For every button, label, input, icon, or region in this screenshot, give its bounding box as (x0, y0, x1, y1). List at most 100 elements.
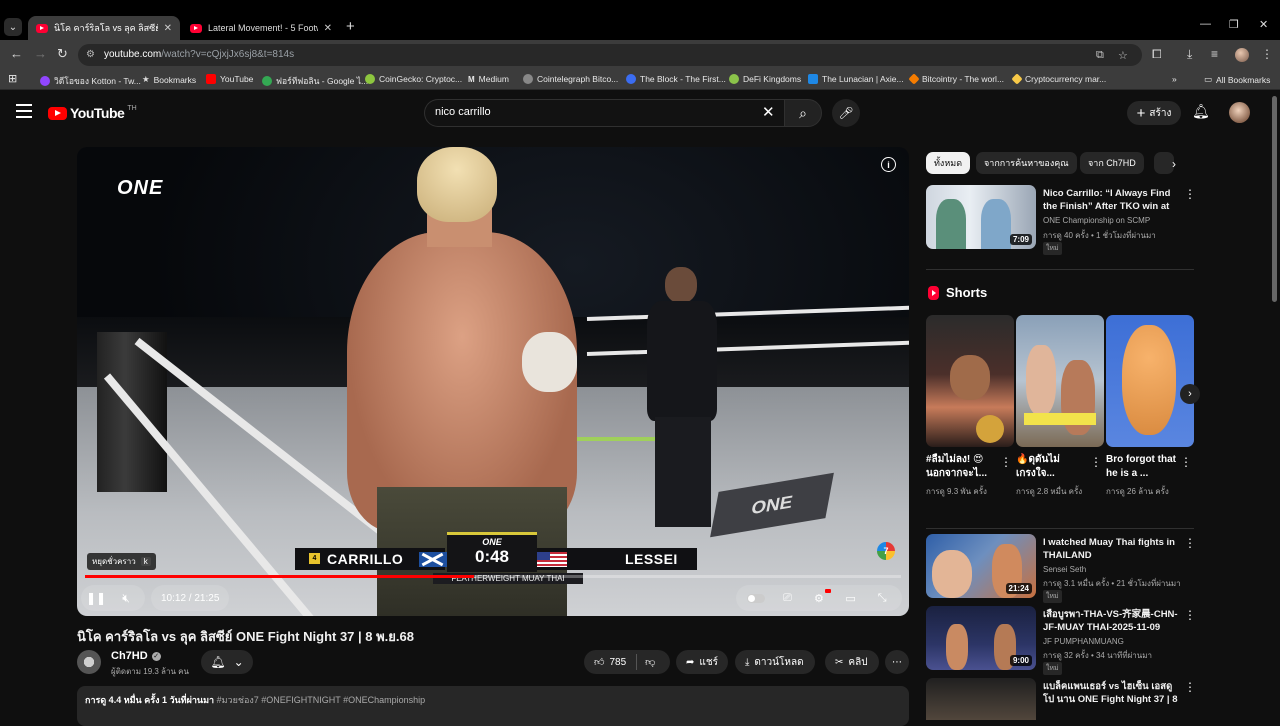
menu-icon[interactable] (16, 104, 32, 118)
short-item[interactable]: Bro forgot that he is a ... ⋮ การดู 26 ล… (1106, 315, 1194, 496)
download-button[interactable]: ⤓ ดาวน์โหลด (735, 650, 815, 674)
scrollbar-thumb[interactable] (1272, 96, 1277, 302)
install-app-icon[interactable]: ⧉ (1096, 49, 1104, 62)
pause-icon[interactable]: ❚❚ (81, 585, 111, 611)
downloads-icon[interactable]: ⤓ (1187, 47, 1192, 62)
info-icon[interactable]: i (881, 157, 896, 172)
recommended-video[interactable]: แบล็คแพนเธอร์ vs ไฮเซ็น เอสดูโป นาน ONE … (926, 678, 1194, 720)
video-thumbnail[interactable]: 9:00 (926, 606, 1036, 670)
chevron-right-icon[interactable]: › (1172, 157, 1176, 171)
shorts-next-button[interactable]: › (1180, 384, 1200, 404)
recommended-video[interactable]: 21:24 I watched Muay Thai fights in THAI… (926, 534, 1196, 603)
more-vertical-icon[interactable]: ⋮ (1180, 455, 1192, 469)
url-bar[interactable]: ⚙ youtube.com/watch?v=cQjxjJx6sj8&t=814s… (78, 44, 1142, 66)
video-thumbnail[interactable]: 7:09 (926, 185, 1036, 249)
video-title[interactable]: I watched Muay Thai fights in THAILAND (1043, 536, 1179, 562)
more-vertical-icon[interactable]: ⋮ (1184, 187, 1196, 201)
minimize-icon[interactable]: — (1200, 18, 1211, 30)
notifications-bell-icon[interactable]: 🔔︎ (1192, 103, 1210, 120)
apps-grid-icon[interactable]: ⊞ (8, 72, 17, 85)
page-scrollbar[interactable] (1272, 96, 1277, 706)
more-vertical-icon[interactable]: ⋮ (1184, 536, 1196, 550)
search-field[interactable] (424, 99, 784, 127)
restore-icon[interactable]: ❐ (1229, 18, 1239, 31)
video-player[interactable]: ONE ONE i 4 CARRILLO ONE 0:48 LESSEI FEA… (77, 147, 909, 616)
bookmark-item[interactable]: The Lunacian | Axie... (808, 74, 904, 84)
account-avatar[interactable] (1229, 102, 1250, 123)
browser-menu-icon[interactable]: ⋮ (1261, 47, 1273, 61)
video-channel[interactable]: Sensei Seth (1043, 565, 1086, 574)
description-box[interactable]: การดู 4.4 หมื่น ครั้ง 1 วันที่ผ่านมา #มว… (77, 686, 909, 726)
short-title[interactable]: 🔥ดุดันไม่เกรงใจ... (1016, 453, 1086, 481)
subscription-bell-button[interactable]: 🔔︎ ⌄ (201, 650, 253, 674)
mute-icon[interactable]: 🔇︎ (111, 585, 141, 611)
search-button[interactable]: ⌕ (784, 99, 822, 127)
dislike-button[interactable]: 👎︎ (637, 650, 663, 674)
fullscreen-icon[interactable]: ⤡ (868, 585, 896, 611)
video-title[interactable]: แบล็คแพนเธอร์ vs ไฮเซ็น เอสดูโป นาน ONE … (1043, 680, 1179, 706)
search-input[interactable] (435, 106, 755, 118)
bookmark-star-icon[interactable]: ☆ (1118, 49, 1128, 62)
clip-button[interactable]: ✂ คลิป (825, 650, 879, 674)
video-channel[interactable]: JF PUMPHANMUANG (1043, 637, 1124, 646)
site-info-icon[interactable]: ⚙ (86, 49, 95, 60)
miniplayer-icon[interactable]: ▭ (837, 585, 865, 611)
recommended-video[interactable]: 7:09 Nico Carrillo: “I Always Find the F… (926, 185, 1196, 255)
close-tab-icon[interactable]: ✕ (164, 23, 172, 34)
close-tab-icon[interactable]: ✕ (324, 23, 332, 34)
bookmark-item[interactable]: CoinGecko: Cryptoc... (365, 74, 462, 84)
new-tab-icon[interactable]: + (346, 18, 355, 35)
bookmark-item[interactable]: M Medium (468, 74, 509, 84)
short-thumbnail[interactable] (926, 315, 1014, 447)
video-title[interactable]: เสือบูรพา-THA-VS-齐家晨-CHN-JF-MUAY THAI-20… (1043, 608, 1179, 634)
more-vertical-icon[interactable]: ⋮ (1184, 680, 1194, 694)
bookmark-item[interactable]: Cryptocurrency mar... (1011, 73, 1106, 85)
all-bookmarks-button[interactable]: ▭ All Bookmarks (1204, 74, 1270, 85)
short-title[interactable]: Bro forgot that he is a ... (1106, 453, 1176, 481)
more-vertical-icon[interactable]: ⋮ (1000, 455, 1012, 469)
autoplay-toggle[interactable] (742, 585, 770, 611)
short-item[interactable]: 🔥ดุดันไม่เกรงใจ... ⋮ การดู 2.8 หมื่น ครั… (1016, 315, 1104, 496)
seek-bar[interactable] (85, 575, 901, 578)
video-channel[interactable]: ONE Championship on SCMP (1043, 216, 1150, 225)
short-title[interactable]: #ลืมไม่ลง! 😍 นอกจากจะไ... (926, 453, 996, 481)
clear-search-icon[interactable]: ✕ (762, 103, 775, 121)
bookmark-item[interactable]: The Block - The First... (626, 74, 726, 84)
subtitles-icon[interactable]: ⎚ (773, 585, 801, 611)
create-button[interactable]: + สร้าง (1127, 101, 1181, 125)
profile-avatar[interactable] (1235, 48, 1249, 62)
youtube-logo[interactable]: YouTube TH (48, 105, 137, 121)
video-thumbnail[interactable] (926, 678, 1036, 720)
chip-from-search[interactable]: จากการค้นหาของคุณ (976, 152, 1077, 174)
bookmark-item[interactable]: ★ Bookmarks (142, 74, 196, 85)
video-title[interactable]: Nico Carrillo: “I Always Find the Finish… (1043, 187, 1179, 213)
settings-gear-icon[interactable]: ⚙ (805, 585, 833, 611)
bookmark-item[interactable]: YouTube (206, 74, 253, 84)
more-bookmarks-icon[interactable]: » (1172, 74, 1177, 84)
bookmark-item[interactable]: DeFi Kingdoms (729, 74, 801, 84)
reload-icon[interactable]: ↻ (57, 46, 68, 62)
voice-search-button[interactable]: 🎤︎ (832, 99, 860, 127)
short-thumbnail[interactable] (1106, 315, 1194, 447)
browser-tab[interactable]: Lateral Movement! - 5 Footwork ✕ (182, 16, 340, 40)
tab-search-icon[interactable]: ⌄ (4, 18, 22, 36)
recommended-video[interactable]: 9:00 เสือบูรพา-THA-VS-齐家晨-CHN-JF-MUAY TH… (926, 606, 1196, 675)
bookmark-item[interactable]: Bitcointry - The worl... (908, 73, 1004, 85)
like-button[interactable]: 👍︎ 785 (584, 650, 636, 674)
bookmark-item[interactable]: Cointelegraph Bitco... (523, 74, 618, 84)
more-vertical-icon[interactable]: ⋮ (1090, 455, 1102, 469)
browser-tab-active[interactable]: นิโค คาร์ริลโล vs ลุค ลิสซีย์ ONE Fight … (28, 16, 180, 40)
extensions-icon[interactable]: ⧠ (1152, 47, 1162, 62)
video-thumbnail[interactable]: 21:24 (926, 534, 1036, 598)
chip-all[interactable]: ทั้งหมด (926, 152, 971, 174)
back-icon[interactable]: ← (10, 46, 23, 61)
media-controls-icon[interactable]: ≡ (1211, 47, 1218, 61)
close-window-icon[interactable]: ✕ (1259, 18, 1268, 31)
chip-from-channel[interactable]: จาก Ch7HD (1080, 152, 1144, 174)
channel-avatar[interactable] (77, 650, 101, 674)
short-thumbnail[interactable] (1016, 315, 1104, 447)
forward-icon[interactable]: → (34, 46, 47, 61)
channel-name[interactable]: Ch7HD ✓ (111, 650, 161, 662)
bookmark-item[interactable]: วิดีโอของ Kotton - Tw... (40, 74, 141, 88)
bookmark-item[interactable]: ฟอร์ทีฟอลิน - Google ไ... (262, 74, 368, 88)
